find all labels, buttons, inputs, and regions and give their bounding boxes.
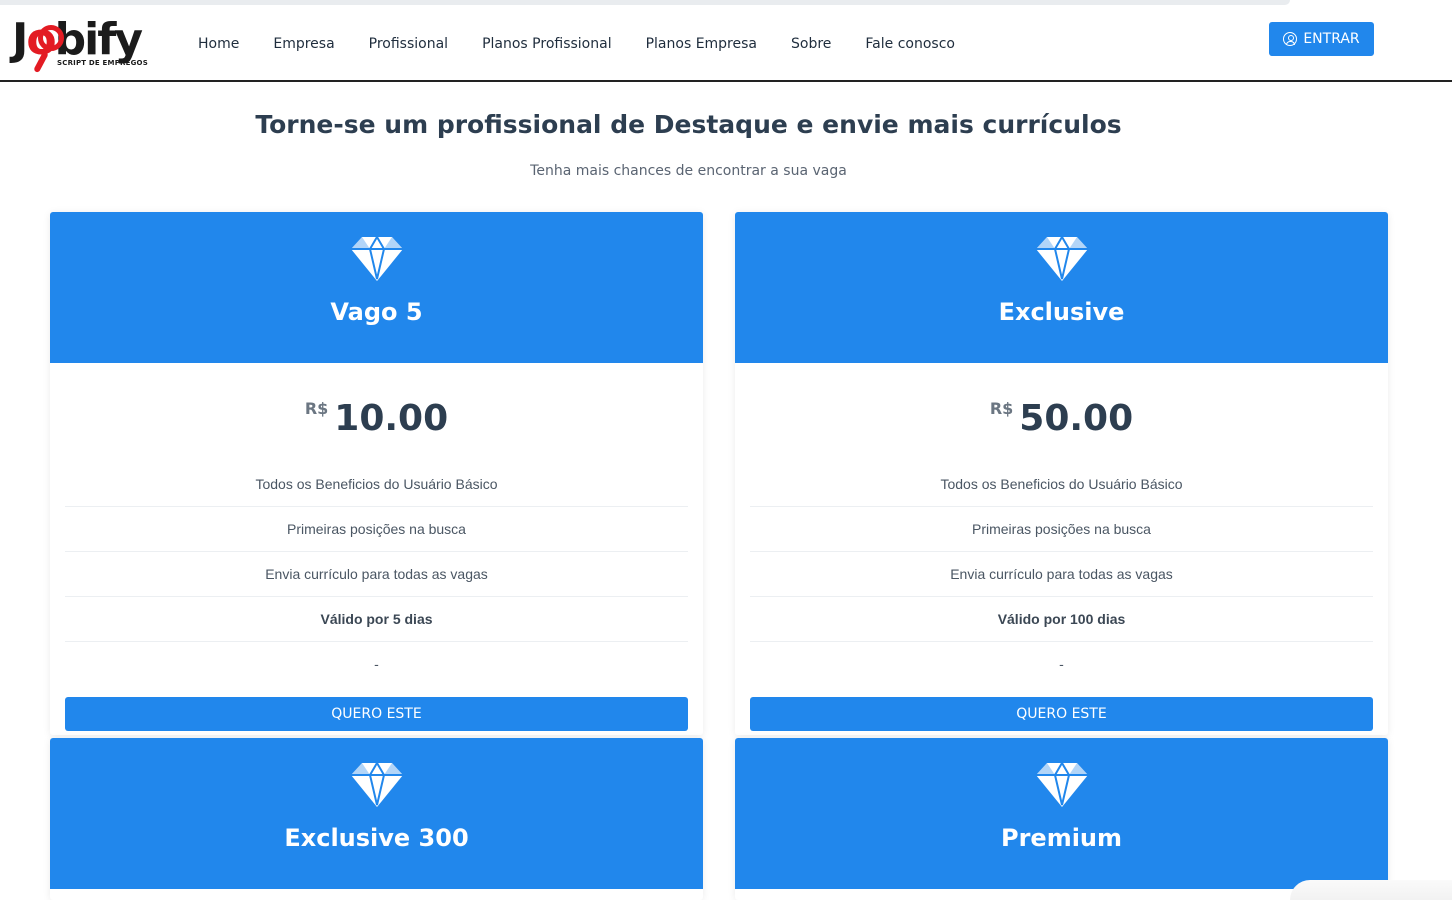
- nav-planos-empresa[interactable]: Planos Empresa: [646, 36, 757, 52]
- plan-name: Vago 5: [330, 298, 423, 326]
- feature-list: Todos os Beneficios do Usuário Básico Pr…: [65, 462, 688, 686]
- feature-validity: Válido por 5 dias: [65, 597, 688, 642]
- plan-card-header: Exclusive 300: [50, 738, 703, 889]
- diamond-icon: [1036, 761, 1088, 807]
- nav-profissional[interactable]: Profissional: [369, 36, 448, 52]
- plan-price: R$ 50.00: [735, 398, 1388, 448]
- plan-card-header: Premium: [735, 738, 1388, 889]
- logo-word: Jobify: [12, 14, 143, 65]
- feature-item: Todos os Beneficios do Usuário Básico: [65, 462, 688, 507]
- feature-item: Primeiras posições na busca: [750, 507, 1373, 552]
- plan-card: Exclusive R$ 50.00 Todos os Beneficios do…: [735, 212, 1388, 735]
- price-amount: 50.00: [1019, 398, 1134, 439]
- main-nav: Home Empresa Profissional Planos Profiss…: [198, 36, 989, 52]
- price-currency: R$: [304, 399, 329, 418]
- feature-list: Todos os Beneficios do Usuário Básico Pr…: [750, 462, 1373, 686]
- feature-item: -: [1059, 656, 1064, 672]
- page-title: Torne-se um profissional de Destaque e e…: [255, 110, 1122, 139]
- user-circle-icon: [1283, 32, 1298, 46]
- feature-item: Envia currículo para todas as vagas: [750, 552, 1373, 597]
- login-label: ENTRAR: [1303, 31, 1360, 47]
- plan-price: R$ 10.00: [50, 398, 703, 448]
- feature-validity: Válido por 100 dias: [750, 597, 1373, 642]
- plan-name: Exclusive 300: [284, 824, 469, 852]
- plan-card: Premium: [735, 738, 1388, 900]
- feature-item: -: [374, 656, 379, 672]
- nav-home[interactable]: Home: [198, 36, 239, 52]
- logo-tagline: SCRIPT DE EMPREGOS: [57, 59, 148, 67]
- plan-card: Vago 5 R$ 10.00 Todos os Beneficios do Us…: [50, 212, 703, 735]
- corner-overlay: [1290, 880, 1452, 900]
- nav-fale-conosco[interactable]: Fale conosco: [865, 36, 955, 52]
- plan-name: Exclusive: [998, 298, 1125, 326]
- page-subtitle: Tenha mais chances de encontrar a sua va…: [530, 163, 847, 179]
- buy-plan-button[interactable]: QUERO ESTE: [750, 697, 1373, 731]
- plan-name: Premium: [1000, 824, 1123, 852]
- login-button[interactable]: ENTRAR: [1269, 22, 1374, 56]
- top-bar: [0, 0, 1290, 5]
- diamond-icon: [351, 761, 403, 807]
- diamond-icon: [351, 235, 403, 281]
- plan-card-header: Exclusive: [735, 212, 1388, 363]
- price-currency: R$: [989, 399, 1014, 418]
- diamond-icon: [1036, 235, 1088, 281]
- plan-card-header: Vago 5: [50, 212, 703, 363]
- buy-plan-button[interactable]: QUERO ESTE: [65, 697, 688, 731]
- nav-planos-profissional[interactable]: Planos Profissional: [482, 36, 612, 52]
- feature-item: Todos os Beneficios do Usuário Básico: [750, 462, 1373, 507]
- nav-empresa[interactable]: Empresa: [273, 36, 334, 52]
- browser-top-strip: [0, 0, 1452, 12]
- plan-card: Exclusive 300: [50, 738, 703, 900]
- feature-item: Primeiras posições na busca: [65, 507, 688, 552]
- price-amount: 10.00: [334, 398, 449, 439]
- nav-sobre[interactable]: Sobre: [791, 36, 831, 52]
- magnifier-icon: [38, 25, 64, 51]
- navbar: Jobify SCRIPT DE EMPREGOS Home Empresa P…: [0, 12, 1452, 82]
- feature-item: Envia currículo para todas as vagas: [65, 552, 688, 597]
- site-logo[interactable]: Jobify SCRIPT DE EMPREGOS: [12, 15, 172, 77]
